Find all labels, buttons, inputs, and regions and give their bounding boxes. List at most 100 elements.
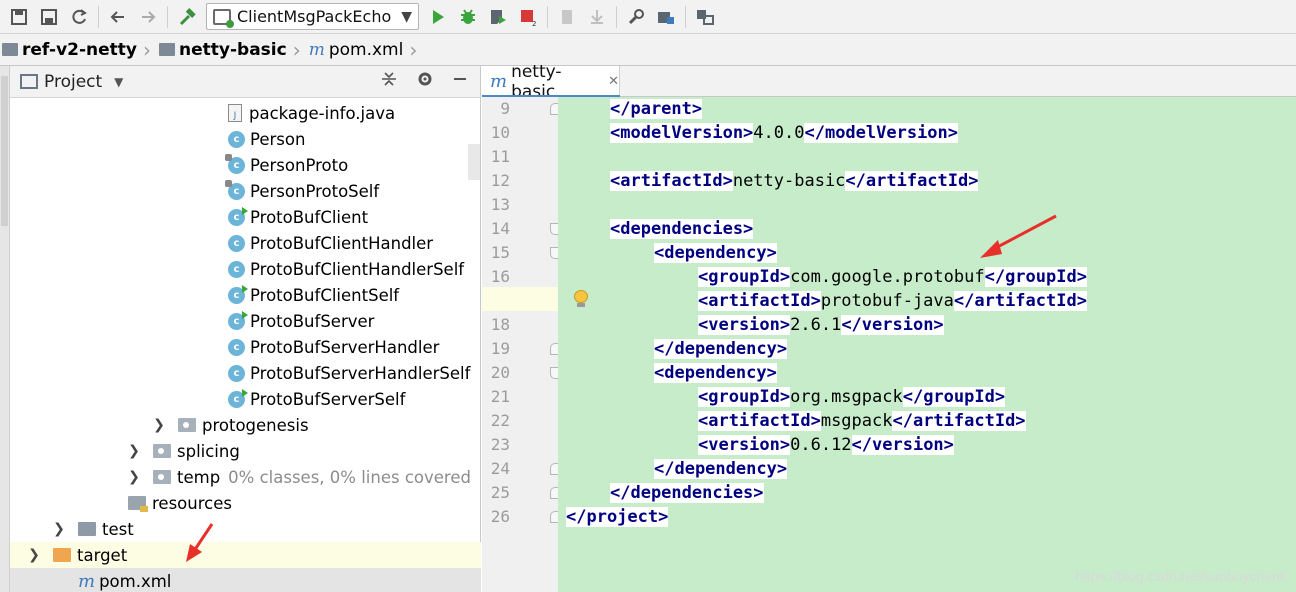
line-number: 12 [490,171,510,190]
class-icon: c [228,388,248,408]
tree-item[interactable]: c Person [10,126,481,152]
package-icon [153,444,171,458]
xml-value: netty-basic [732,171,846,191]
vcs-update-icon[interactable] [552,3,582,31]
class-icon: c [228,234,245,252]
xml-tag: </parent> [610,99,703,119]
settings-wrench-icon[interactable] [621,3,651,31]
minimize-icon[interactable] [452,71,468,92]
code-line[interactable]: <dependencies> [558,217,1296,241]
chevron-down-icon[interactable]: ▼ [114,75,123,89]
project-tree: Jpackage-info.java c Person c PersonProto c Pe… [10,98,481,592]
project-panel-tools [380,70,480,93]
intention-bulb-icon[interactable] [574,290,588,308]
tree-item[interactable]: c ProtoBufClient [10,204,481,230]
tree-item-label: ProtoBufServer [250,311,375,331]
terminal-icon[interactable] [690,3,720,31]
code-line[interactable]: <dependency> [558,241,1296,265]
tree-item-label: ProtoBufServerHandler [250,337,440,357]
tree-item[interactable]: ❯ target [10,542,481,568]
package-icon [178,418,196,432]
tree-item[interactable]: ❯ splicing [10,438,481,464]
debug-icon[interactable] [453,3,483,31]
code-line[interactable]: </dependencies> [558,481,1296,505]
line-number: 16 [490,267,510,286]
left-tool-window-strip [0,66,10,592]
chevron-right-icon[interactable]: ❯ [127,443,141,459]
code-line[interactable]: <artifactId>netty-basic</artifactId> [558,169,1296,193]
tree-item[interactable]: c ProtoBufClientHandlerSelf [10,256,481,282]
vcs-commit-icon[interactable] [582,3,612,31]
forward-icon[interactable] [133,3,163,31]
coverage-icon[interactable] [483,3,513,31]
code-line[interactable]: <version>2.6.1</version> [558,313,1296,337]
tree-item[interactable]: ❯ protogenesis [10,412,481,438]
close-icon[interactable]: ✕ [608,74,619,89]
tree-item[interactable]: c ProtoBufClientSelf [10,282,481,308]
tree-item[interactable]: c ProtoBufServerHandler [10,334,481,360]
project-panel: Project ▼ Jpackage-info.java c Person c Pers… [10,66,481,592]
run-configuration-selector[interactable]: ClientMsgPackEcho ▼ [206,3,420,30]
chevron-right-icon[interactable]: ❯ [127,469,141,485]
xml-tag: </artifactId> [892,411,1026,431]
xml-value: 0.6.12 [790,435,852,455]
sync-icon[interactable] [64,3,94,31]
tree-item[interactable]: Jpackage-info.java [10,100,481,126]
class-icon: c [228,206,248,226]
code-line[interactable] [558,145,1296,169]
tree-item[interactable]: resources [10,490,481,516]
save-icon[interactable] [4,3,34,31]
project-panel-title[interactable]: Project [44,72,102,92]
tree-item[interactable]: c ProtoBufServerHandlerSelf [10,360,481,386]
back-icon[interactable] [103,3,133,31]
tree-item[interactable]: m pom.xml [10,568,481,592]
tree-item[interactable]: c ProtoBufServerSelf [10,386,481,412]
tree-item[interactable]: c PersonProtoSelf [10,178,481,204]
tree-item[interactable]: ❯ test [10,516,481,542]
svg-text:2: 2 [532,20,536,27]
tree-item-label: PersonProto [250,155,349,175]
chevron-right-icon[interactable]: ❯ [52,521,66,537]
gear-icon[interactable] [416,70,434,93]
code-line[interactable]: </parent> [558,97,1296,121]
save-all-icon[interactable] [34,3,64,31]
line-number: 13 [490,195,510,214]
tree-item-label: ProtoBufClientSelf [250,285,400,305]
code-line[interactable]: <version>0.6.12</version> [558,433,1296,457]
code-line[interactable]: <groupId>com.google.protobuf</groupId> [558,265,1296,289]
code-line[interactable] [558,193,1296,217]
code-line[interactable]: <modelVersion>4.0.0</modelVersion> [558,121,1296,145]
code-line[interactable]: </dependency> [558,457,1296,481]
code-line[interactable]: <dependency> [558,361,1296,385]
code-line[interactable]: </project> [558,505,1296,529]
toolbar-separator [167,5,168,28]
code-line[interactable]: <artifactId>msgpack</artifactId> [558,409,1296,433]
xml-tag: <artifactId> [698,291,821,311]
collapse-all-icon[interactable] [380,70,398,93]
tree-item[interactable]: c ProtoBufServer [10,308,481,334]
breadcrumb-item-pom-xml[interactable]: m pom.xml › [309,34,426,65]
build-icon[interactable] [172,3,202,31]
class-icon: c [228,260,245,278]
breadcrumb-item-netty-basic[interactable]: netty-basic › [159,34,309,65]
code-area[interactable]: </parent> <modelVersion>4.0.0</modelVersi… [558,97,1296,592]
class-icon: c [228,310,248,330]
tree-item[interactable]: c ProtoBufClientHandler [10,230,481,256]
chevron-right-icon[interactable]: ❯ [27,547,41,563]
stop-icon[interactable]: 2 [513,3,543,31]
line-number: 22 [490,411,510,430]
project-tool-window-tab[interactable] [1,76,8,226]
code-line[interactable]: </dependency> [558,337,1296,361]
tree-item[interactable]: ❯ temp 0% classes, 0% lines covered [10,464,481,490]
code-line[interactable]: <groupId>org.msgpack</groupId> [558,385,1296,409]
breadcrumb-item-ref-v2-netty[interactable]: ref-v2-netty › [2,34,159,65]
tab-netty-basic[interactable]: m netty-basic ✕ [482,62,620,102]
chevron-right-icon[interactable]: ❯ [152,417,166,433]
tree-item[interactable]: c PersonProto [10,152,481,178]
code-line[interactable]: <artifactId>protobuf-java</artifactId> [558,289,1296,313]
run-icon[interactable] [423,3,453,31]
breadcrumb-label: ref-v2-netty [22,39,137,60]
tree-item-label: ProtoBufClientHandler [250,233,434,253]
class-icon: c [228,364,245,382]
project-structure-icon[interactable] [651,3,681,31]
